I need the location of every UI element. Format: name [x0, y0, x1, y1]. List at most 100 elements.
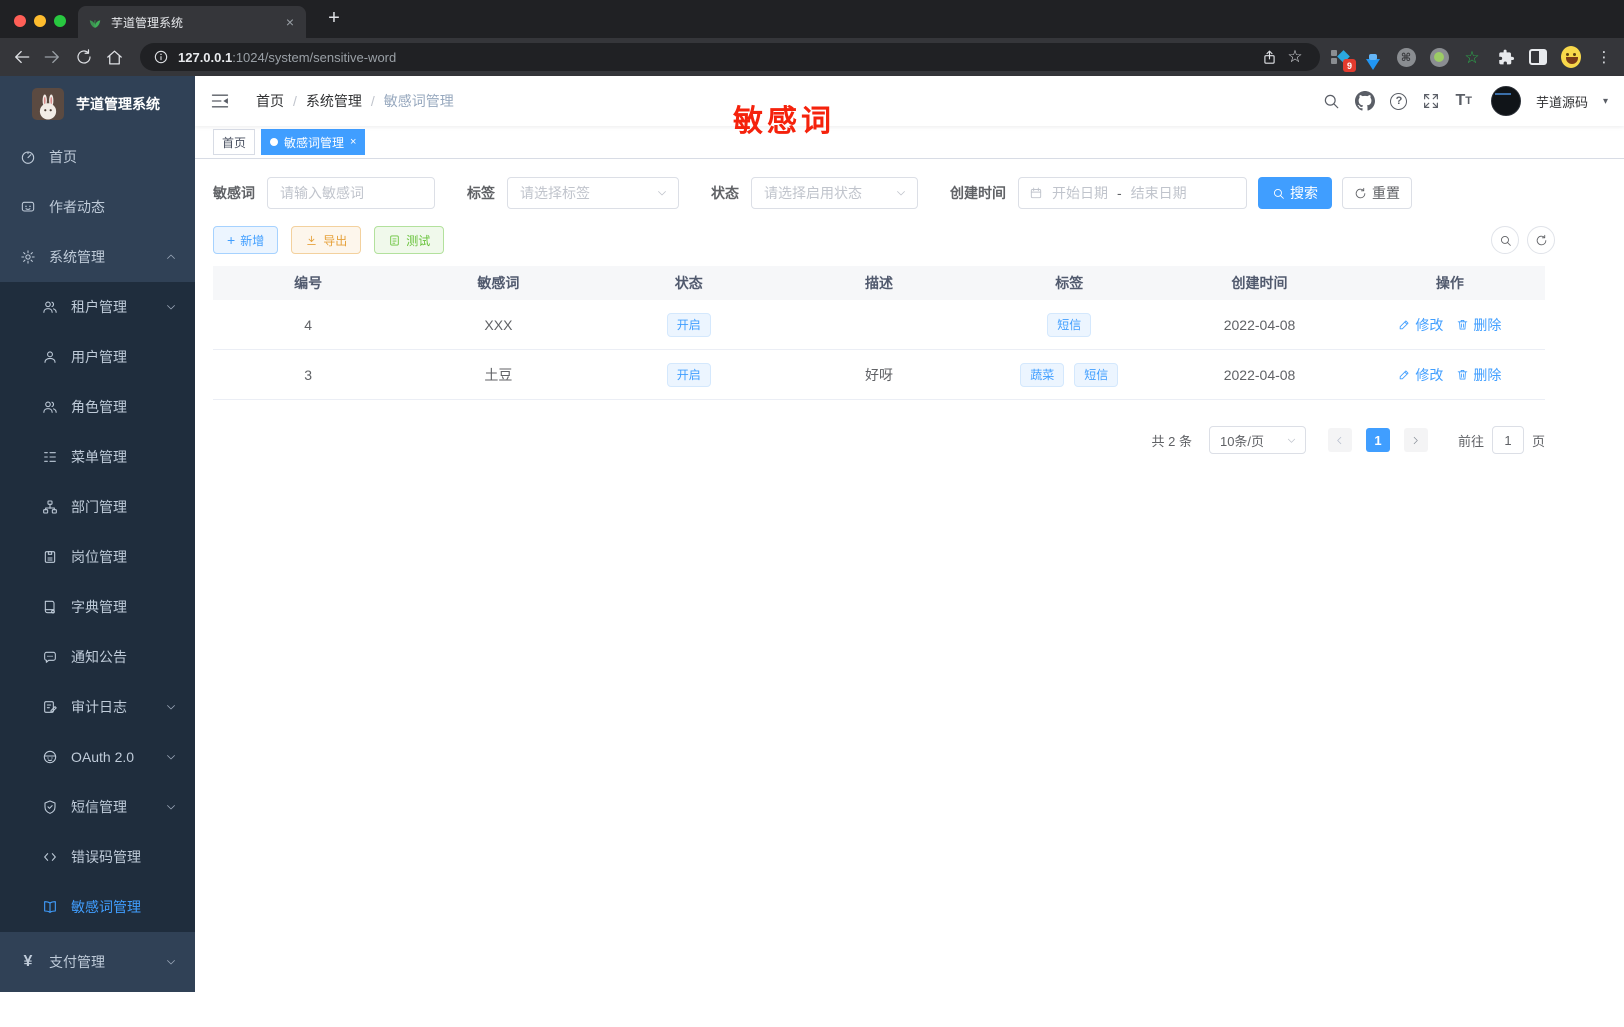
green-star-extension-icon[interactable]: ☆ — [1462, 47, 1482, 67]
delete-link[interactable]: 删除 — [1456, 365, 1501, 385]
user-caret-down-icon[interactable]: ▾ — [1603, 96, 1608, 107]
sidebar-item-system[interactable]: 系统管理 — [0, 232, 195, 282]
sidebar-item-sensitive-word[interactable]: 敏感词管理 — [0, 882, 195, 932]
sidebar-item-role[interactable]: 角色管理 — [0, 382, 195, 432]
extensions-puzzle-icon[interactable] — [1495, 47, 1515, 67]
edit-link[interactable]: 修改 — [1398, 315, 1443, 335]
tab-close-icon[interactable]: × — [284, 13, 296, 31]
delete-link[interactable]: 删除 — [1456, 315, 1501, 335]
edit-link[interactable]: 修改 — [1398, 365, 1443, 385]
tag-tab-sensitive-word[interactable]: 敏感词管理 × — [261, 129, 366, 155]
test-button[interactable]: 测试 — [374, 226, 445, 254]
sensitive-word-book-icon — [42, 899, 58, 915]
cell-desc: 好呀 — [864, 366, 893, 383]
page-number-1[interactable]: 1 — [1365, 428, 1390, 452]
breadcrumb-separator: / — [370, 93, 375, 109]
cell-actions: 修改 删除 — [1355, 365, 1545, 385]
col-header-id: 编号 — [294, 275, 323, 291]
github-icon[interactable] — [1355, 91, 1376, 111]
reload-icon[interactable] — [70, 43, 98, 71]
date-separator: - — [1117, 185, 1122, 201]
sidebar-item-tenant[interactable]: 租户管理 — [0, 282, 195, 332]
document-icon — [390, 234, 399, 246]
back-icon[interactable] — [8, 43, 36, 71]
date-range-picker[interactable]: 开始日期 - 结束日期 — [1018, 177, 1247, 209]
sidebar-item-oauth[interactable]: OAuth 2.0 — [0, 732, 195, 782]
tenant-users-icon — [42, 299, 58, 315]
add-button-label: 新增 — [240, 233, 265, 248]
breadcrumb-system[interactable]: 系统管理 — [306, 91, 362, 111]
role-users-icon — [42, 399, 58, 415]
site-info-icon[interactable] — [152, 49, 170, 65]
sidebar: 芋道管理系统 首页 作者动态 系统管理 租户管理 用户管理 角色管理 菜单管理 … — [0, 76, 195, 992]
sidebar-item-dict[interactable]: 字典管理 — [0, 582, 195, 632]
export-button[interactable]: 导出 — [291, 226, 362, 254]
forward-icon[interactable] — [38, 43, 66, 71]
sidebar-item-post[interactable]: 岗位管理 — [0, 532, 195, 582]
sidebar-item-error-code[interactable]: 错误码管理 — [0, 832, 195, 882]
close-window-button[interactable] — [14, 15, 26, 27]
active-dot-icon — [270, 138, 279, 146]
tag-tab-label: 敏感词管理 — [284, 135, 345, 150]
toggle-search-icon[interactable] — [1491, 226, 1519, 254]
maximize-window-button[interactable] — [54, 15, 66, 27]
minimize-window-button[interactable] — [34, 15, 46, 27]
tag-close-icon[interactable]: × — [350, 136, 356, 148]
sidebar-item-sms[interactable]: 短信管理 — [0, 782, 195, 832]
prev-page-button[interactable] — [1327, 428, 1352, 452]
sidebar-item-dept[interactable]: 部门管理 — [0, 482, 195, 532]
chevron-down-icon — [165, 301, 177, 313]
sidebar-item-label: 短信管理 — [71, 799, 127, 815]
font-size-icon[interactable]: TT — [1455, 92, 1472, 110]
browser-menu-icon[interactable]: ⋮ — [1594, 47, 1614, 67]
error-code-icon — [42, 849, 58, 865]
sidebar-item-home[interactable]: 首页 — [0, 132, 195, 182]
command-extension-icon[interactable]: ⌘ — [1396, 47, 1416, 67]
keyword-input[interactable] — [280, 185, 422, 201]
app-logo-row[interactable]: 芋道管理系统 — [0, 76, 195, 132]
sidebar-item-author-feed[interactable]: 作者动态 — [0, 182, 195, 232]
browser-tab[interactable]: 芋道管理系统 × — [78, 6, 306, 38]
recorder-extension-icon[interactable] — [1429, 47, 1449, 67]
goto-page-input[interactable] — [1491, 426, 1524, 454]
page-size-select[interactable]: 10条/页 — [1208, 426, 1306, 454]
sidebar-item-pay[interactable]: ¥ 支付管理 — [0, 932, 195, 992]
search-button[interactable]: 搜索 — [1258, 177, 1332, 209]
sidebar-item-label: 角色管理 — [71, 399, 127, 415]
extension-grid-icon[interactable]: 9 — [1330, 47, 1356, 72]
refresh-icon[interactable] — [1527, 226, 1555, 254]
sidebar-item-user[interactable]: 用户管理 — [0, 332, 195, 382]
table-tool-buttons — [1491, 226, 1555, 254]
fullscreen-icon[interactable] — [1422, 92, 1440, 110]
tag-tab-home[interactable]: 首页 — [213, 129, 256, 155]
share-icon[interactable] — [1256, 49, 1282, 66]
bookmark-star-icon[interactable]: ☆ — [1282, 47, 1308, 67]
sidebar-item-label: 敏感词管理 — [71, 899, 141, 915]
side-panel-icon[interactable] — [1528, 47, 1548, 67]
date-start-placeholder: 开始日期 — [1052, 185, 1108, 201]
user-name[interactable]: 芋道源码 — [1536, 92, 1588, 111]
breadcrumb-home[interactable]: 首页 — [256, 91, 284, 111]
address-bar[interactable]: 127.0.0.1:1024/system/sensitive-word ☆ — [140, 43, 1320, 71]
status-badge: 开启 — [666, 312, 711, 337]
sidebar-item-menu[interactable]: 菜单管理 — [0, 432, 195, 482]
profile-avatar-icon[interactable] — [1561, 46, 1581, 68]
funnel-extension-icon[interactable] — [1363, 47, 1383, 70]
red-annotation-text: 敏感词 — [733, 105, 835, 138]
header-search-icon[interactable] — [1322, 92, 1340, 110]
reset-button[interactable]: 重置 — [1342, 177, 1412, 209]
new-tab-button[interactable]: + — [320, 4, 348, 32]
tag-select[interactable]: 请选择标签 — [507, 177, 679, 209]
sidebar-item-audit[interactable]: 审计日志 — [0, 682, 195, 732]
help-icon[interactable]: ? — [1390, 92, 1408, 110]
pagination-total: 共 2 条 — [1151, 433, 1192, 449]
sidebar-fold-icon[interactable] — [210, 91, 230, 111]
status-select[interactable]: 请选择启用状态 — [751, 177, 918, 209]
home-icon[interactable] — [100, 43, 128, 71]
next-page-button[interactable] — [1403, 428, 1428, 452]
add-button[interactable]: + 新增 — [213, 226, 279, 254]
sidebar-item-notice[interactable]: 通知公告 — [0, 632, 195, 682]
delete-link-label: 删除 — [1473, 316, 1502, 333]
user-avatar[interactable] — [1490, 86, 1521, 116]
url-text: 127.0.0.1:1024/system/sensitive-word — [178, 50, 396, 65]
